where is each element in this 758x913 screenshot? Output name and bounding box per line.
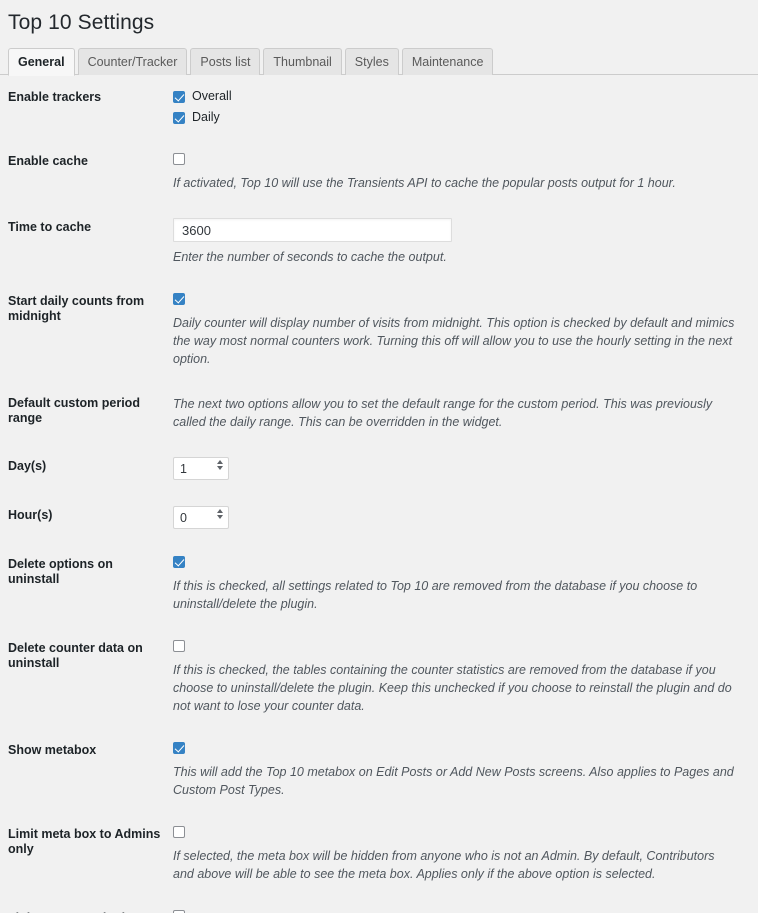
description-delete-options-on-uninstall: If this is checked, all settings related… [173, 579, 698, 611]
field-enable-cache: If activated, Top 10 will use the Transi… [173, 139, 758, 205]
field-delete-options-on-uninstall: If this is checked, all settings related… [173, 542, 758, 626]
row-limit-metabox-to-admins: Limit meta box to Admins only If selecte… [0, 812, 758, 896]
input-time-to-cache[interactable] [173, 218, 452, 242]
row-delete-options-on-uninstall: Delete options on uninstall If this is c… [0, 542, 758, 626]
checkbox-label-daily[interactable]: Daily [192, 110, 220, 124]
field-enable-trackers: Overall Daily [173, 75, 758, 139]
field-limit-metabox-to-admins: If selected, the meta box will be hidden… [173, 812, 758, 896]
checkbox-limit-metabox-to-admins[interactable] [173, 826, 185, 838]
label-delete-counter-data-on-uninstall: Delete counter data on uninstall [8, 641, 143, 670]
label-show-metabox: Show metabox [8, 743, 97, 757]
label-enable-cache: Enable cache [8, 154, 88, 168]
checkbox-delete-options-on-uninstall[interactable] [173, 556, 185, 568]
field-start-daily-counts: Daily counter will display number of vis… [173, 279, 758, 381]
description-enable-cache: If activated, Top 10 will use the Transi… [173, 176, 676, 190]
stepper-arrows-days[interactable] [215, 460, 224, 477]
chevron-down-icon[interactable] [216, 515, 223, 519]
page-title: Top 10 Settings [8, 11, 155, 34]
field-time-to-cache: Enter the number of seconds to cache the… [173, 205, 758, 279]
tab-maintenance[interactable]: Maintenance [401, 48, 494, 75]
field-days [173, 444, 758, 493]
field-link-to-plugin-page: A no-follow link to the plugin homepage … [173, 896, 758, 913]
stepper-arrows-hours[interactable] [215, 509, 224, 526]
label-delete-options-on-uninstall: Delete options on uninstall [8, 557, 113, 586]
checkbox-row-overall[interactable]: Overall [173, 88, 748, 105]
checkbox-enable-cache[interactable] [173, 153, 185, 165]
row-start-daily-counts: Start daily counts from midnight Daily c… [0, 279, 758, 381]
row-time-to-cache: Time to cache Enter the number of second… [0, 205, 758, 279]
tab-thumbnail[interactable]: Thumbnail [263, 48, 342, 75]
tab-general[interactable]: General [8, 48, 75, 76]
row-enable-trackers: Enable trackers Overall Daily [0, 75, 758, 139]
tab-styles[interactable]: Styles [344, 48, 399, 75]
row-default-custom-period-range: Default custom period range The next two… [0, 381, 758, 444]
checkbox-trackers-daily[interactable] [173, 112, 185, 124]
label-hours: Hour(s) [8, 508, 53, 522]
row-enable-cache: Enable cache If activated, Top 10 will u… [0, 139, 758, 205]
label-limit-metabox-to-admins: Limit meta box to Admins only [8, 827, 161, 856]
field-hours [173, 493, 758, 542]
row-link-to-plugin-page: Link to Top 10 plugin page A no-follow l… [0, 896, 758, 913]
label-start-daily-counts: Start daily counts from midnight [8, 294, 145, 323]
label-time-to-cache: Time to cache [8, 220, 92, 234]
chevron-down-icon[interactable] [216, 466, 223, 470]
checkbox-show-metabox[interactable] [173, 742, 185, 754]
description-show-metabox: This will add the Top 10 metabox on Edit… [173, 765, 734, 797]
checkbox-label-overall[interactable]: Overall [192, 89, 232, 103]
row-hours: Hour(s) [0, 493, 758, 542]
general-settings-form: Enable trackers Overall Daily Enable cac… [0, 75, 758, 913]
field-delete-counter-data-on-uninstall: If this is checked, the tables containin… [173, 626, 758, 728]
description-delete-counter-data-on-uninstall: If this is checked, the tables containin… [173, 663, 732, 713]
row-show-metabox: Show metabox This will add the Top 10 me… [0, 728, 758, 812]
stepper-days[interactable] [173, 457, 229, 480]
label-days: Day(s) [8, 459, 47, 473]
chevron-up-icon[interactable] [216, 460, 223, 464]
label-default-custom-period-range: Default custom period range [8, 396, 140, 425]
chevron-up-icon[interactable] [216, 509, 223, 513]
description-default-custom-period-range: The next two options allow you to set th… [173, 397, 713, 429]
description-limit-metabox-to-admins: If selected, the meta box will be hidden… [173, 849, 715, 881]
checkbox-row-daily[interactable]: Daily [173, 109, 748, 126]
checkbox-start-daily-counts[interactable] [173, 293, 185, 305]
description-time-to-cache: Enter the number of seconds to cache the… [173, 250, 447, 264]
tab-counter-tracker[interactable]: Counter/Tracker [77, 48, 188, 75]
settings-tab-bar: General Counter/Tracker Posts list Thumbnai… [0, 48, 758, 76]
stepper-hours[interactable] [173, 506, 229, 529]
checkbox-trackers-overall[interactable] [173, 91, 185, 103]
field-default-custom-period-range: The next two options allow you to set th… [173, 381, 758, 444]
checkbox-delete-counter-data-on-uninstall[interactable] [173, 640, 185, 652]
tab-posts-list[interactable]: Posts list [190, 48, 261, 75]
field-show-metabox: This will add the Top 10 metabox on Edit… [173, 728, 758, 812]
label-enable-trackers: Enable trackers [8, 90, 102, 104]
settings-page: Top 10 Settings General Counter/Tracker Po… [0, 0, 758, 913]
description-start-daily-counts: Daily counter will display number of vis… [173, 316, 735, 366]
row-delete-counter-data-on-uninstall: Delete counter data on uninstall If this… [0, 626, 758, 728]
label-link-to-plugin-page: Link to Top 10 plugin page [0, 896, 173, 913]
row-days: Day(s) [0, 444, 758, 493]
